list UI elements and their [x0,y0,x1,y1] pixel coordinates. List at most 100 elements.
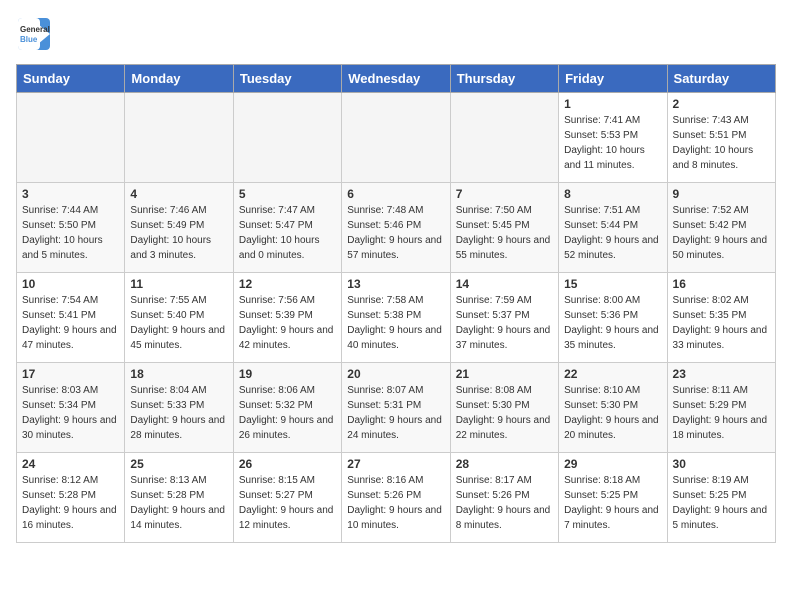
day-number: 3 [22,187,119,201]
day-number: 25 [130,457,227,471]
week-row-3: 10 Sunrise: 7:54 AMSunset: 5:41 PMDayligh… [17,273,776,363]
day-info: Sunrise: 7:48 AMSunset: 5:46 PMDaylight:… [347,203,444,263]
day-number: 27 [347,457,444,471]
day-cell: 7 Sunrise: 7:50 AMSunset: 5:45 PMDaylight… [450,183,558,273]
day-info: Sunrise: 8:18 AMSunset: 5:25 PMDaylight:… [564,473,661,533]
day-cell: 1 Sunrise: 7:41 AMSunset: 5:53 PMDaylight… [559,93,667,183]
day-cell [125,93,233,183]
day-cell: 6 Sunrise: 7:48 AMSunset: 5:46 PMDaylight… [342,183,450,273]
day-number: 14 [456,277,553,291]
header-wednesday: Wednesday [342,65,450,93]
day-info: Sunrise: 8:08 AMSunset: 5:30 PMDaylight:… [456,383,553,443]
day-number: 11 [130,277,227,291]
day-number: 4 [130,187,227,201]
day-info: Sunrise: 7:43 AMSunset: 5:51 PMDaylight:… [673,113,770,173]
day-number: 8 [564,187,661,201]
day-cell: 15 Sunrise: 8:00 AMSunset: 5:36 PMDayligh… [559,273,667,363]
day-number: 30 [673,457,770,471]
day-number: 28 [456,457,553,471]
week-row-5: 24 Sunrise: 8:12 AMSunset: 5:28 PMDayligh… [17,453,776,543]
day-info: Sunrise: 8:11 AMSunset: 5:29 PMDaylight:… [673,383,770,443]
day-cell: 13 Sunrise: 7:58 AMSunset: 5:38 PMDayligh… [342,273,450,363]
logo: General Blue [16,16,52,52]
day-number: 12 [239,277,336,291]
day-cell: 2 Sunrise: 7:43 AMSunset: 5:51 PMDaylight… [667,93,775,183]
day-info: Sunrise: 8:06 AMSunset: 5:32 PMDaylight:… [239,383,336,443]
header-tuesday: Tuesday [233,65,341,93]
day-info: Sunrise: 7:55 AMSunset: 5:40 PMDaylight:… [130,293,227,353]
day-number: 20 [347,367,444,381]
day-cell: 14 Sunrise: 7:59 AMSunset: 5:37 PMDayligh… [450,273,558,363]
day-info: Sunrise: 8:03 AMSunset: 5:34 PMDaylight:… [22,383,119,443]
day-info: Sunrise: 8:19 AMSunset: 5:25 PMDaylight:… [673,473,770,533]
day-number: 22 [564,367,661,381]
day-cell: 11 Sunrise: 7:55 AMSunset: 5:40 PMDayligh… [125,273,233,363]
day-cell [342,93,450,183]
day-info: Sunrise: 7:47 AMSunset: 5:47 PMDaylight:… [239,203,336,263]
day-info: Sunrise: 8:10 AMSunset: 5:30 PMDaylight:… [564,383,661,443]
day-cell [450,93,558,183]
day-info: Sunrise: 7:56 AMSunset: 5:39 PMDaylight:… [239,293,336,353]
svg-text:Blue: Blue [20,35,38,44]
day-info: Sunrise: 8:07 AMSunset: 5:31 PMDaylight:… [347,383,444,443]
day-cell: 29 Sunrise: 8:18 AMSunset: 5:25 PMDayligh… [559,453,667,543]
day-number: 7 [456,187,553,201]
day-info: Sunrise: 8:17 AMSunset: 5:26 PMDaylight:… [456,473,553,533]
day-cell: 12 Sunrise: 7:56 AMSunset: 5:39 PMDayligh… [233,273,341,363]
day-cell: 30 Sunrise: 8:19 AMSunset: 5:25 PMDayligh… [667,453,775,543]
day-cell: 10 Sunrise: 7:54 AMSunset: 5:41 PMDayligh… [17,273,125,363]
day-number: 18 [130,367,227,381]
day-info: Sunrise: 7:41 AMSunset: 5:53 PMDaylight:… [564,113,661,173]
day-cell: 23Sunrise: 8:11 AMSunset: 5:29 PMDayligh… [667,363,775,453]
day-cell: 4 Sunrise: 7:46 AMSunset: 5:49 PMDaylight… [125,183,233,273]
header-saturday: Saturday [667,65,775,93]
day-number: 15 [564,277,661,291]
day-cell [17,93,125,183]
day-number: 1 [564,97,661,111]
page-header: General Blue [16,16,776,52]
day-info: Sunrise: 7:54 AMSunset: 5:41 PMDaylight:… [22,293,119,353]
logo-icon: General Blue [16,16,52,52]
day-info: Sunrise: 7:58 AMSunset: 5:38 PMDaylight:… [347,293,444,353]
day-number: 26 [239,457,336,471]
header-friday: Friday [559,65,667,93]
day-info: Sunrise: 7:59 AMSunset: 5:37 PMDaylight:… [456,293,553,353]
day-cell: 19 Sunrise: 8:06 AMSunset: 5:32 PMDayligh… [233,363,341,453]
header-monday: Monday [125,65,233,93]
day-number: 2 [673,97,770,111]
day-cell: 25 Sunrise: 8:13 AMSunset: 5:28 PMDayligh… [125,453,233,543]
day-number: 13 [347,277,444,291]
svg-text:General: General [20,25,50,34]
day-info: Sunrise: 7:50 AMSunset: 5:45 PMDaylight:… [456,203,553,263]
header-sunday: Sunday [17,65,125,93]
day-info: Sunrise: 8:15 AMSunset: 5:27 PMDaylight:… [239,473,336,533]
day-info: Sunrise: 8:12 AMSunset: 5:28 PMDaylight:… [22,473,119,533]
day-info: Sunrise: 8:04 AMSunset: 5:33 PMDaylight:… [130,383,227,443]
day-cell: 9 Sunrise: 7:52 AMSunset: 5:42 PMDaylight… [667,183,775,273]
day-info: Sunrise: 7:52 AMSunset: 5:42 PMDaylight:… [673,203,770,263]
day-number: 29 [564,457,661,471]
day-info: Sunrise: 7:46 AMSunset: 5:49 PMDaylight:… [130,203,227,263]
day-cell: 24 Sunrise: 8:12 AMSunset: 5:28 PMDayligh… [17,453,125,543]
day-number: 24 [22,457,119,471]
day-cell: 26 Sunrise: 8:15 AMSunset: 5:27 PMDayligh… [233,453,341,543]
day-cell: 18 Sunrise: 8:04 AMSunset: 5:33 PMDayligh… [125,363,233,453]
day-number: 19 [239,367,336,381]
day-info: Sunrise: 8:00 AMSunset: 5:36 PMDaylight:… [564,293,661,353]
day-number: 9 [673,187,770,201]
day-cell: 17 Sunrise: 8:03 AMSunset: 5:34 PMDayligh… [17,363,125,453]
day-number: 21 [456,367,553,381]
day-number: 10 [22,277,119,291]
day-number: 6 [347,187,444,201]
day-cell: 16Sunrise: 8:02 AMSunset: 5:35 PMDayligh… [667,273,775,363]
day-info: Sunrise: 8:13 AMSunset: 5:28 PMDaylight:… [130,473,227,533]
week-row-2: 3 Sunrise: 7:44 AMSunset: 5:50 PMDaylight… [17,183,776,273]
day-info: Sunrise: 7:51 AMSunset: 5:44 PMDaylight:… [564,203,661,263]
day-cell: 20 Sunrise: 8:07 AMSunset: 5:31 PMDayligh… [342,363,450,453]
day-cell: 21 Sunrise: 8:08 AMSunset: 5:30 PMDayligh… [450,363,558,453]
day-info: Sunrise: 7:44 AMSunset: 5:50 PMDaylight:… [22,203,119,263]
day-number: 17 [22,367,119,381]
day-info: Sunrise: 8:02 AMSunset: 5:35 PMDaylight:… [673,293,770,353]
day-number: 5 [239,187,336,201]
calendar-table: SundayMondayTuesdayWednesdayThursdayFrid… [16,64,776,543]
